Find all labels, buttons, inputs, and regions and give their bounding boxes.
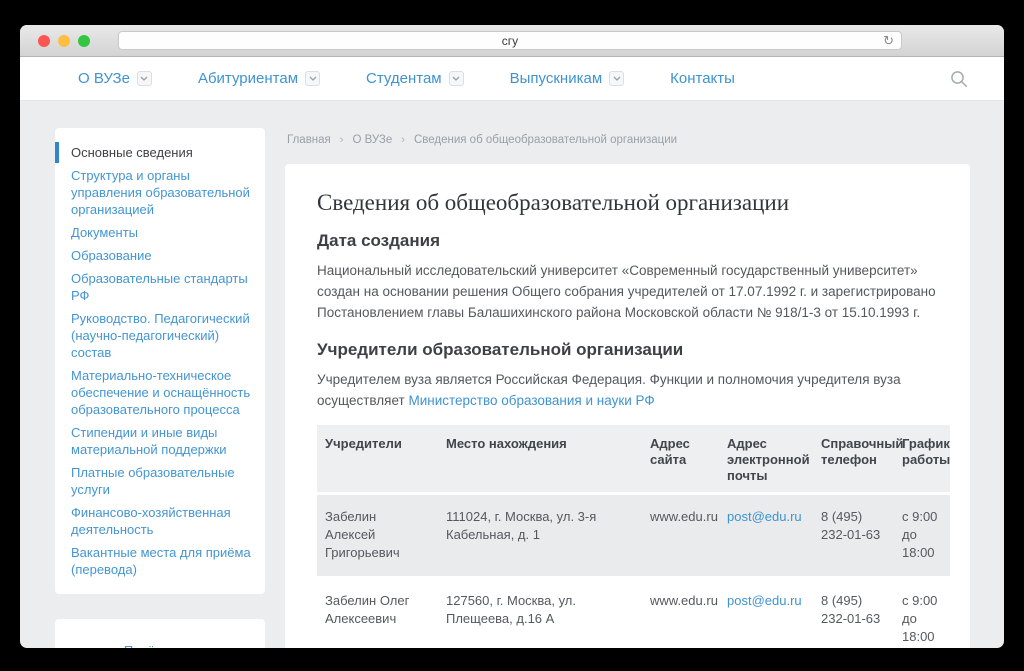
maximize-window-button[interactable] (78, 35, 90, 47)
sidebar-item-materialno-tehnicheskoe[interactable]: Материально-техническое обеспечение и ос… (71, 367, 251, 418)
col-header-website: Адрес сайта (642, 425, 719, 495)
browser-titlebar: сгу ↻ (20, 25, 1004, 57)
col-header-founders: Учредители (317, 425, 438, 495)
table-header-row: Учредители Место нахождения Адрес сайта … (317, 425, 950, 495)
founders-section-heading: Учредители образовательной организации (317, 339, 950, 361)
sidebar: Основные сведения Структура и органы упр… (55, 128, 265, 648)
chevron-down-icon[interactable] (137, 71, 152, 86)
cell-schedule: с 9:00 до 18:00 (894, 495, 950, 579)
nav-item-studentam[interactable]: Студентам (366, 70, 464, 87)
page-title: Сведения об общеобразовательной организа… (317, 188, 950, 218)
browser-window: сгу ↻ О ВУЗе Абитуриентам Студентам Выпу… (20, 25, 1004, 648)
nav-item-abiturientam[interactable]: Абитуриентам (198, 70, 320, 87)
content-card: Сведения об общеобразовательной организа… (285, 164, 970, 648)
nav-label: Контакты (670, 70, 735, 87)
cell-phone: 8 (495) 232-01-63 (813, 495, 894, 579)
sidebar-item-finansovo-hozyaystvennaya[interactable]: Финансово-хозяйственная деятельность (71, 504, 251, 538)
breadcrumb: Главная › О ВУЗе › Сведения об общеобраз… (287, 134, 970, 146)
search-icon (950, 70, 968, 88)
close-window-button[interactable] (38, 35, 50, 47)
nav-label: О ВУЗе (78, 70, 130, 87)
breadcrumb-home-link[interactable]: Главная (287, 134, 331, 146)
admission-committee-card: Приёмная комиссия 9:00 до 20:00, Пн-Пт (55, 619, 265, 648)
cell-website: www.edu.ru (642, 579, 719, 648)
chevron-down-icon[interactable] (305, 71, 320, 86)
cell-website: www.edu.ru (642, 495, 719, 579)
breadcrumb-current: Сведения об общеобразовательной организа… (414, 134, 677, 146)
cell-address: 127560, г. Москва, ул. Плещеева, д.16 А (438, 579, 642, 648)
search-button[interactable] (950, 70, 968, 88)
cell-founder: Забелин Алексей Григорьевич (317, 495, 438, 579)
nav-item-kontakty[interactable]: Контакты (670, 70, 735, 87)
col-header-location: Место нахождения (438, 425, 642, 495)
breadcrumb-separator: › (401, 134, 405, 146)
minimize-window-button[interactable] (58, 35, 70, 47)
cell-schedule: с 9:00 до 18:00 (894, 579, 950, 648)
nav-item-vypusknikam[interactable]: Выпускникам (510, 70, 625, 87)
breadcrumb-section-link[interactable]: О ВУЗе (352, 134, 392, 146)
ministry-link[interactable]: Министерство образования и науки РФ (408, 393, 654, 408)
main-navigation: О ВУЗе Абитуриентам Студентам Выпускника… (20, 57, 1004, 101)
chevron-down-icon[interactable] (449, 71, 464, 86)
chevron-down-icon[interactable] (609, 71, 624, 86)
url-text: сгу (502, 34, 518, 48)
sidebar-menu: Основные сведения Структура и органы упр… (55, 128, 265, 594)
sidebar-item-vakantnye-mesta[interactable]: Вакантные места для приёма (перевода) (71, 544, 251, 578)
sidebar-item-osnovnye-svedeniya[interactable]: Основные сведения (71, 144, 251, 161)
date-section-heading: Дата создания (317, 230, 950, 252)
cell-phone: 8 (495) 232-01-63 (813, 579, 894, 648)
cell-founder: Забелин Олег Алексеевич (317, 579, 438, 648)
sidebar-item-struktura[interactable]: Структура и органы управления образовате… (71, 167, 251, 218)
traffic-lights (38, 35, 90, 47)
address-bar[interactable]: сгу ↻ (118, 31, 902, 50)
email-link[interactable]: post@edu.ru (727, 593, 802, 608)
main-column: Главная › О ВУЗе › Сведения об общеобраз… (285, 128, 970, 648)
sidebar-item-rukovodstvo[interactable]: Руководство. Педагогический (научно-педа… (71, 310, 251, 361)
nav-label: Выпускникам (510, 70, 603, 87)
table-row: Забелин Олег Алексеевич 127560, г. Москв… (317, 579, 950, 648)
col-header-schedule: График работы (894, 425, 950, 495)
sidebar-item-dokumenty[interactable]: Документы (71, 224, 251, 241)
founders-table: Учредители Место нахождения Адрес сайта … (317, 425, 950, 648)
sidebar-item-standarty[interactable]: Образовательные стандарты РФ (71, 270, 251, 304)
col-header-phone: Справочный телефон (813, 425, 894, 495)
breadcrumb-separator: › (340, 134, 344, 146)
table-row: Забелин Алексей Григорьевич 111024, г. М… (317, 495, 950, 579)
founders-section-text: Учредителем вуза является Российская Фед… (317, 369, 917, 411)
col-header-email: Адрес электронной почты (719, 425, 813, 495)
sidebar-item-obrazovanie[interactable]: Образование (71, 247, 251, 264)
email-link[interactable]: post@edu.ru (727, 509, 802, 524)
nav-label: Студентам (366, 70, 442, 87)
date-section-text: Национальный исследовательский университ… (317, 260, 950, 323)
reload-icon[interactable]: ↻ (883, 33, 894, 49)
sidebar-item-label: Основные сведения (71, 145, 193, 160)
page-body: Основные сведения Структура и органы упр… (20, 101, 1004, 648)
sidebar-item-platnye-uslugi[interactable]: Платные образовательные услуги (71, 464, 251, 498)
nav-label: Абитуриентам (198, 70, 298, 87)
sidebar-item-stipendii[interactable]: Стипендии и иные виды материальной подде… (71, 424, 251, 458)
active-item-marker (55, 142, 59, 163)
cell-address: 111024, г. Москва, ул. 3-я Кабельная, д.… (438, 495, 642, 579)
admission-committee-link[interactable]: Приёмная комиссия (124, 643, 249, 648)
nav-item-o-vuze[interactable]: О ВУЗе (78, 70, 152, 87)
